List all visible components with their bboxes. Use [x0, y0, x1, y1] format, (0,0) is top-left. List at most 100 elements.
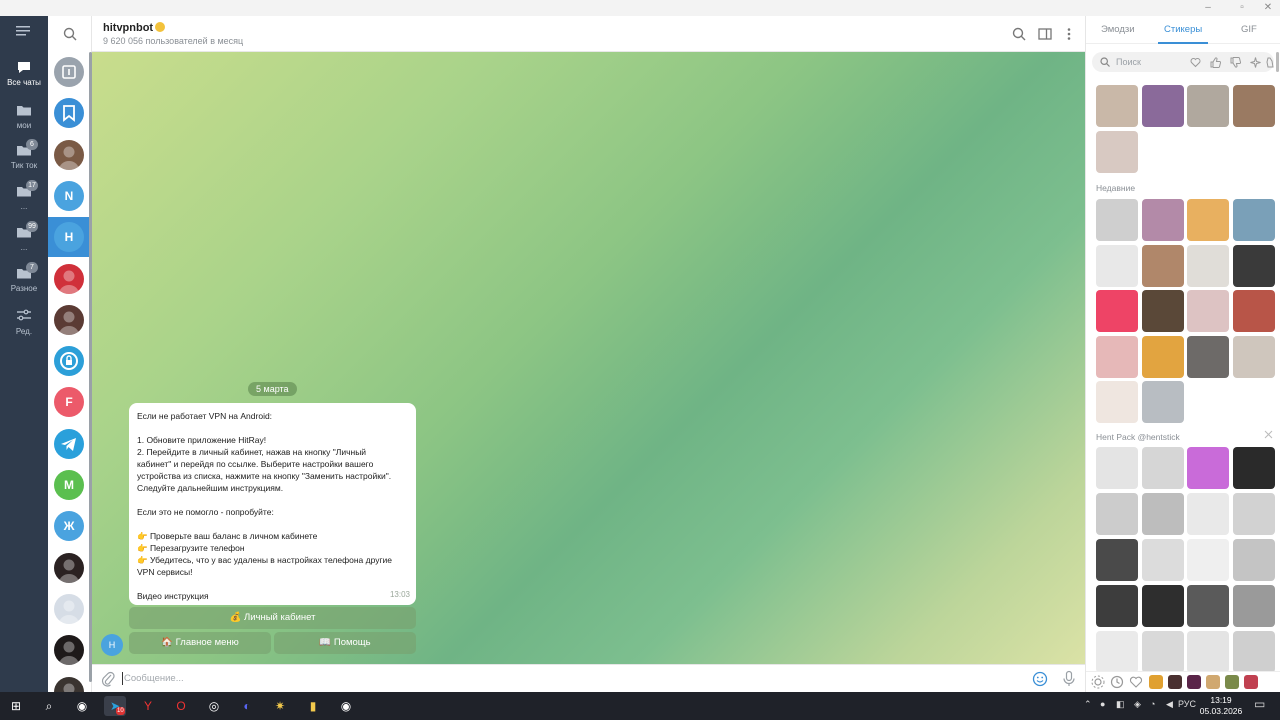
pack-1[interactable] [1096, 447, 1138, 489]
notifications-icon[interactable]: ▭ [1254, 697, 1265, 711]
windows-start-icon[interactable]: ⊞ [5, 696, 27, 716]
pack-13[interactable] [1096, 585, 1138, 627]
chat-avatar[interactable]: N [54, 180, 84, 211]
pack-2[interactable] [1141, 447, 1184, 489]
sticker-cat-white[interactable] [1187, 85, 1229, 127]
pack-9[interactable] [1096, 539, 1138, 581]
minimize-icon[interactable]: – [1196, 0, 1220, 16]
folder-item[interactable]: Все чаты [0, 56, 48, 96]
sticker-black-cat[interactable] [1232, 244, 1275, 287]
search-icon[interactable]: ⌕ [38, 696, 60, 716]
tray-chevron-icon[interactable]: ⌃ [1084, 699, 1092, 710]
pack-15[interactable] [1187, 585, 1229, 627]
sticker-set-thumb[interactable] [1187, 675, 1201, 689]
gear-icon[interactable] [1091, 675, 1105, 689]
pack-3[interactable] [1187, 447, 1229, 489]
message-bubble[interactable]: Если не работает VPN на Android: 1. Обнов… [129, 403, 416, 605]
network-icon[interactable]: ◔ [1150, 699, 1155, 709]
pack-4[interactable] [1232, 447, 1275, 489]
pack-14[interactable] [1141, 585, 1184, 627]
chat-title[interactable]: hitvpnbot [103, 22, 166, 34]
pack-11[interactable] [1187, 539, 1229, 581]
heart-icon[interactable] [1129, 675, 1143, 689]
steam-app-icon[interactable]: ◉ [335, 696, 357, 716]
sticker-set-thumb[interactable] [1244, 675, 1258, 689]
chat-avatar[interactable]: H [54, 222, 84, 253]
wave-hand-icon[interactable] [1266, 57, 1274, 68]
main-menu-button[interactable]: 🏠 Главное меню [129, 632, 271, 654]
opera-icon[interactable]: O [170, 696, 192, 716]
sticker-cat-gray[interactable] [1187, 335, 1229, 378]
chat-avatar[interactable]: F [54, 387, 84, 418]
chat-header[interactable]: hitvpnbot 9 620 056 пользователей в меся… [92, 16, 1085, 52]
sticker-cats-cute[interactable] [1187, 244, 1229, 287]
chat-avatar[interactable] [54, 635, 84, 666]
sticker-face-pink[interactable] [1096, 335, 1138, 378]
sticker-set-thumb[interactable] [1168, 675, 1182, 689]
tab-stickers[interactable]: Стикеры [1164, 24, 1202, 35]
chrome-icon[interactable]: ◎ [203, 696, 225, 716]
search-icon[interactable] [63, 27, 77, 41]
folder-item[interactable]: 99... [0, 221, 48, 261]
sticker-man[interactable] [1141, 244, 1184, 287]
sticker-pig[interactable] [1187, 290, 1229, 332]
thumbs-up-icon[interactable] [1210, 57, 1221, 68]
sticker-search[interactable]: Поиск [1092, 52, 1274, 72]
attach-icon[interactable] [101, 671, 115, 687]
sticker-doge[interactable] [1141, 335, 1184, 378]
more-vertical-icon[interactable] [1061, 26, 1077, 42]
discord-icon[interactable]: ◐ [236, 696, 258, 716]
close-icon[interactable]: ✕ [1256, 0, 1280, 16]
bot-avatar[interactable]: H [101, 634, 123, 656]
tab-gif[interactable]: GIF [1241, 24, 1257, 35]
message-composer[interactable]: Сообщение... [92, 664, 1085, 692]
pack-5[interactable] [1096, 493, 1138, 535]
pack-17[interactable] [1096, 631, 1138, 673]
sticker-set-thumb[interactable] [1225, 675, 1239, 689]
sticker-wave[interactable] [1232, 199, 1275, 241]
emoji-icon[interactable] [1032, 671, 1048, 687]
folder-item[interactable]: Ред. [0, 305, 48, 345]
steam-icon[interactable]: ◉ [71, 696, 93, 716]
sticker-cat-smirk[interactable] [1232, 335, 1275, 378]
telegram-icon[interactable]: ➤ 10 [104, 696, 126, 716]
pack-12[interactable] [1232, 539, 1275, 581]
chat-avatar[interactable]: M [54, 470, 84, 500]
sticker-cat-close[interactable] [1096, 131, 1138, 173]
chat-avatar[interactable] [54, 593, 84, 624]
chat-avatar[interactable] [54, 263, 84, 294]
sparkle-icon[interactable] [1250, 57, 1261, 68]
sticker-man-dark[interactable] [1141, 290, 1184, 332]
pack-16[interactable] [1232, 585, 1275, 627]
sticker-bear[interactable] [1096, 244, 1138, 287]
message-input[interactable]: Сообщение... [124, 673, 184, 684]
tray-app-icon[interactable]: ◧ [1116, 699, 1125, 710]
sticker-set-thumb[interactable] [1149, 675, 1163, 689]
sticker-search-input[interactable]: Поиск [1116, 57, 1141, 67]
close-icon[interactable] [1264, 430, 1273, 439]
microphone-icon[interactable] [1062, 670, 1076, 688]
pack-10[interactable] [1141, 539, 1184, 581]
folder-app-icon[interactable]: ▮ [302, 696, 324, 716]
chat-avatar[interactable] [54, 57, 84, 87]
folder-item[interactable]: 7 Разное [0, 262, 48, 302]
help-button[interactable]: 📖 Помощь [274, 632, 416, 654]
cabinet-button[interactable]: 💰 Личный кабинет [129, 607, 416, 629]
clock-icon[interactable] [1110, 675, 1124, 689]
system-clock[interactable]: 13:19 05.03.2026 [1196, 695, 1246, 717]
pack-8[interactable] [1232, 493, 1275, 535]
microphone-tray-icon[interactable]: ● [1100, 699, 1105, 709]
pack-7[interactable] [1187, 493, 1229, 535]
sticker-manga[interactable] [1096, 199, 1138, 241]
search-icon[interactable] [1011, 26, 1027, 42]
sticker-heart[interactable] [1096, 290, 1138, 332]
sticker-set-thumb[interactable] [1206, 675, 1220, 689]
sticker-scrollbar[interactable] [1276, 52, 1279, 72]
sticker-cat-face[interactable] [1232, 85, 1275, 127]
chat-avatar[interactable]: Ж [54, 511, 84, 542]
pack-20[interactable] [1232, 631, 1275, 673]
sticker-anime-girl[interactable] [1141, 85, 1184, 127]
pack-6[interactable] [1141, 493, 1184, 535]
folder-item[interactable]: мои [0, 99, 48, 139]
tray-shield-icon[interactable]: ◈ [1134, 699, 1141, 710]
